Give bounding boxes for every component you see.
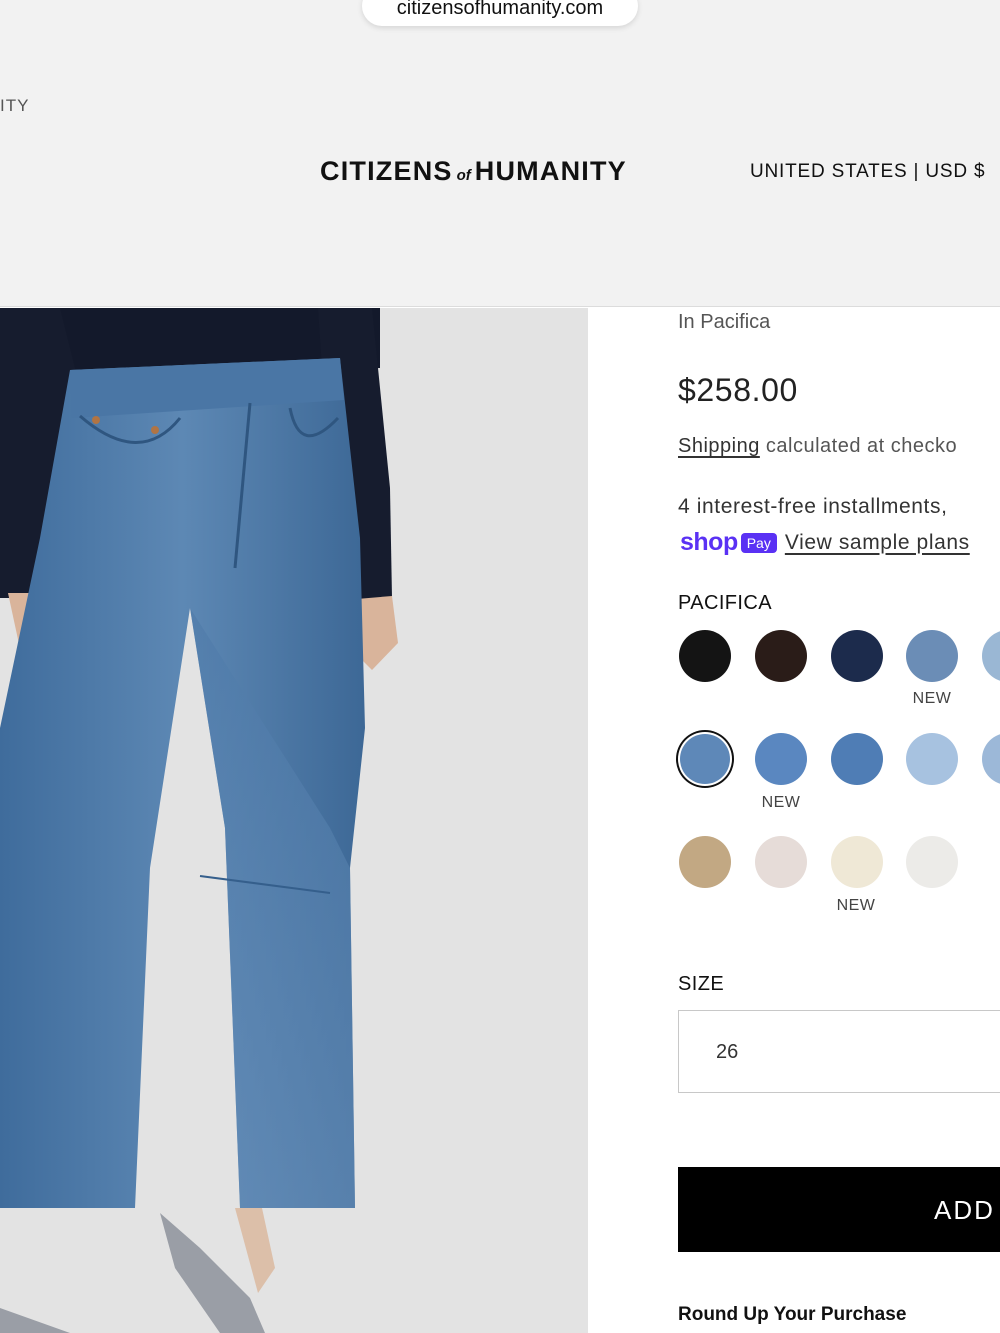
color-swatch[interactable] bbox=[679, 630, 731, 682]
color-swatch[interactable] bbox=[755, 733, 807, 785]
site-header: citizensofhumanity.com ITY CITIZENS of HUM… bbox=[0, 0, 1000, 307]
product-image[interactable] bbox=[0, 308, 588, 1333]
brand-logo[interactable]: CITIZENS of HUMANITY bbox=[320, 156, 650, 192]
shipping-note-text: calculated at checko bbox=[759, 435, 958, 457]
color-subtitle: In Pacifica bbox=[678, 311, 771, 333]
browser-url-bar[interactable]: citizensofhumanity.com bbox=[362, 0, 638, 26]
new-badge: NEW bbox=[761, 794, 801, 811]
color-swatch[interactable] bbox=[906, 630, 958, 682]
locale-selector[interactable]: UNITED STATES | USD $ bbox=[750, 161, 985, 183]
brand-logo-part: CITIZENS bbox=[320, 156, 453, 186]
size-select[interactable]: 26 bbox=[678, 1010, 1000, 1093]
shop-pay-badge: Pay bbox=[740, 532, 777, 553]
product-price: $258.00 bbox=[678, 372, 798, 408]
color-swatch[interactable] bbox=[755, 630, 807, 682]
new-badge: N bbox=[963, 690, 1000, 708]
header-tagline-fragment: ITY bbox=[0, 96, 30, 115]
add-to-cart-label: ADD bbox=[934, 1195, 995, 1225]
round-up-heading: Round Up Your Purchase bbox=[678, 1304, 907, 1325]
color-swatch[interactable] bbox=[831, 836, 883, 888]
new-badge: NEW bbox=[912, 690, 952, 707]
color-swatch[interactable] bbox=[982, 733, 1000, 785]
product-details: In Pacifica $258.00 Shipping calculated … bbox=[588, 308, 1000, 1333]
add-to-cart-button[interactable]: ADD bbox=[678, 1167, 1000, 1252]
color-swatch[interactable] bbox=[755, 836, 807, 888]
size-label: SIZE bbox=[678, 973, 725, 995]
shipping-note: Shipping calculated at checko bbox=[678, 435, 957, 458]
shop-pay-logo: shop bbox=[680, 528, 738, 556]
jeans-photo-illustration bbox=[0, 308, 588, 1333]
brand-logo-part: HUMANITY bbox=[474, 156, 627, 186]
color-swatch[interactable] bbox=[680, 734, 730, 784]
view-sample-plans-link[interactable]: View sample plans bbox=[785, 531, 970, 554]
color-swatch[interactable] bbox=[906, 836, 958, 888]
new-badge: NEW bbox=[836, 897, 876, 914]
color-label: PACIFICA bbox=[678, 592, 772, 614]
color-swatch[interactable] bbox=[679, 836, 731, 888]
color-swatch[interactable] bbox=[831, 630, 883, 682]
installments-text: 4 interest-free installments, bbox=[678, 495, 948, 518]
shop-pay-row: shop Pay View sample plans bbox=[680, 528, 970, 556]
color-swatch[interactable] bbox=[982, 630, 1000, 682]
color-swatch[interactable] bbox=[831, 733, 883, 785]
color-swatch[interactable] bbox=[906, 733, 958, 785]
size-selected-value: 26 bbox=[716, 1041, 739, 1063]
shipping-link[interactable]: Shipping bbox=[678, 435, 760, 457]
brand-logo-of: of bbox=[456, 167, 471, 184]
